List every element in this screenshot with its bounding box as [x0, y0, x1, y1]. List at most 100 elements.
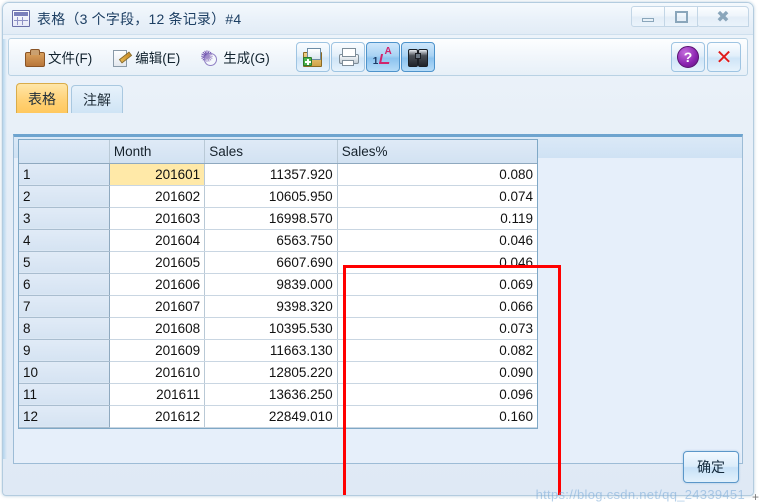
table-row[interactable]: 1 201601 11357.920 0.080: [19, 163, 537, 186]
cell-sales-pct[interactable]: 0.160: [337, 405, 537, 428]
close-x-icon: ✕: [715, 45, 733, 69]
cell-sales-pct[interactable]: 0.066: [337, 295, 537, 318]
row-number-cell[interactable]: 10: [19, 361, 110, 384]
cell-month[interactable]: 201612: [109, 405, 206, 428]
cell-month[interactable]: 201607: [109, 295, 206, 318]
table-body: 1 201601 11357.920 0.080 2 201602 10605.950 0.0…: [19, 163, 537, 428]
cell-sales[interactable]: 10395.530: [204, 317, 338, 340]
cursor-marker: +: [751, 490, 759, 504]
column-header-salespct[interactable]: Sales%: [337, 140, 537, 164]
ok-button-label: 确定: [697, 459, 725, 475]
export-button[interactable]: [295, 42, 330, 72]
cell-sales[interactable]: 6563.750: [204, 229, 338, 252]
toolbar-button-group: [295, 42, 435, 72]
binoculars-icon: [407, 48, 428, 67]
column-header-sales[interactable]: Sales: [204, 140, 338, 164]
row-number-cell[interactable]: 6: [19, 273, 110, 296]
row-number-cell[interactable]: 2: [19, 185, 110, 208]
table-row[interactable]: 4 201604 6563.750 0.046: [19, 229, 537, 252]
table-window: 表格（3 个字段，12 条记录）#4 ✖ 文件(F) 编辑(E) ✺ 生成(G)…: [2, 2, 754, 496]
maximize-button[interactable]: [664, 6, 698, 27]
briefcase-icon: [25, 49, 45, 67]
menu-generate-label: 生成(G): [223, 51, 270, 66]
table-row[interactable]: 8 201608 10395.530 0.073: [19, 317, 537, 340]
cell-month[interactable]: 201601: [109, 163, 206, 186]
cell-month[interactable]: 201606: [109, 273, 206, 296]
tab-annotation[interactable]: 注解: [71, 85, 123, 113]
cell-sales[interactable]: 22849.010: [204, 405, 338, 428]
cell-month[interactable]: 201603: [109, 207, 206, 230]
data-grid[interactable]: Month Sales Sales% 1 201601 11357.920 0.080…: [18, 139, 538, 429]
column-header-rownum[interactable]: [19, 140, 110, 164]
cell-sales-pct[interactable]: 0.090: [337, 361, 537, 384]
cell-sales-pct[interactable]: 0.046: [337, 251, 537, 274]
row-number-cell[interactable]: 8: [19, 317, 110, 340]
cell-month[interactable]: 201611: [109, 383, 206, 406]
cell-sales[interactable]: 9398.320: [204, 295, 338, 318]
menu-file-label: 文件(F): [48, 51, 93, 66]
table-row[interactable]: 11 201611 13636.250 0.096: [19, 383, 537, 406]
sort-button[interactable]: [365, 42, 400, 72]
find-button[interactable]: [400, 42, 435, 72]
minimize-button[interactable]: [631, 6, 665, 27]
spark-icon: [200, 47, 218, 66]
cell-month[interactable]: 201604: [109, 229, 206, 252]
row-number-cell[interactable]: 12: [19, 405, 110, 428]
cell-month[interactable]: 201605: [109, 251, 206, 274]
cell-sales[interactable]: 10605.950: [204, 185, 338, 208]
content-pane: Month Sales Sales% 1 201601 11357.920 0.080…: [13, 134, 743, 495]
cell-sales[interactable]: 12805.220: [204, 361, 338, 384]
menu-generate[interactable]: 生成(G): [190, 43, 280, 71]
row-number-cell[interactable]: 11: [19, 383, 110, 406]
toolbar-close-button[interactable]: ✕: [707, 42, 741, 72]
tab-annotation-label: 注解: [83, 91, 111, 108]
help-button[interactable]: ?: [671, 42, 705, 72]
data-table: Month Sales Sales% 1 201601 11357.920 0.080…: [19, 140, 537, 428]
cell-sales-pct[interactable]: 0.080: [337, 163, 537, 186]
print-button[interactable]: [330, 42, 365, 72]
help-icon: ?: [677, 46, 699, 68]
cell-sales[interactable]: 11663.130: [204, 339, 338, 362]
cell-sales-pct[interactable]: 0.119: [337, 207, 537, 230]
cell-month[interactable]: 201608: [109, 317, 206, 340]
menu-edit[interactable]: 编辑(E): [102, 43, 190, 71]
document-pencil-icon: [112, 49, 130, 67]
column-header-month[interactable]: Month: [109, 140, 206, 164]
table-row[interactable]: 9 201609 11663.130 0.082: [19, 339, 537, 362]
cell-sales-pct[interactable]: 0.073: [337, 317, 537, 340]
menu-file[interactable]: 文件(F): [15, 43, 102, 71]
cell-sales[interactable]: 9839.000: [204, 273, 338, 296]
row-number-cell[interactable]: 7: [19, 295, 110, 318]
table-row[interactable]: 10 201610 12805.220 0.090: [19, 361, 537, 384]
cell-sales-pct[interactable]: 0.082: [337, 339, 537, 362]
table-row[interactable]: 2 201602 10605.950 0.074: [19, 185, 537, 208]
table-row[interactable]: 3 201603 16998.570 0.119: [19, 207, 537, 230]
tab-table[interactable]: 表格: [16, 83, 68, 113]
cell-sales[interactable]: 16998.570: [204, 207, 338, 230]
cell-month[interactable]: 201609: [109, 339, 206, 362]
sort-1a-icon: [373, 46, 393, 67]
table-row[interactable]: 7 201607 9398.320 0.066: [19, 295, 537, 318]
table-icon: [12, 10, 30, 27]
cell-sales-pct[interactable]: 0.096: [337, 383, 537, 406]
table-row[interactable]: 6 201606 9839.000 0.069: [19, 273, 537, 296]
row-number-cell[interactable]: 1: [19, 163, 110, 186]
row-number-cell[interactable]: 4: [19, 229, 110, 252]
cell-sales-pct[interactable]: 0.074: [337, 185, 537, 208]
cell-sales[interactable]: 13636.250: [204, 383, 338, 406]
ok-button[interactable]: 确定: [683, 451, 739, 483]
table-row[interactable]: 5 201605 6607.690 0.046: [19, 251, 537, 274]
row-number-cell[interactable]: 3: [19, 207, 110, 230]
table-header-row: Month Sales Sales%: [19, 140, 537, 164]
table-row[interactable]: 12 201612 22849.010 0.160: [19, 405, 537, 428]
cell-sales-pct[interactable]: 0.046: [337, 229, 537, 252]
window-close-button[interactable]: ✖: [697, 6, 749, 27]
cell-sales[interactable]: 11357.920: [204, 163, 338, 186]
row-number-cell[interactable]: 9: [19, 339, 110, 362]
row-number-cell[interactable]: 5: [19, 251, 110, 274]
export-icon: [302, 48, 323, 67]
cell-sales-pct[interactable]: 0.069: [337, 273, 537, 296]
cell-month[interactable]: 201610: [109, 361, 206, 384]
cell-sales[interactable]: 6607.690: [204, 251, 338, 274]
cell-month[interactable]: 201602: [109, 185, 206, 208]
